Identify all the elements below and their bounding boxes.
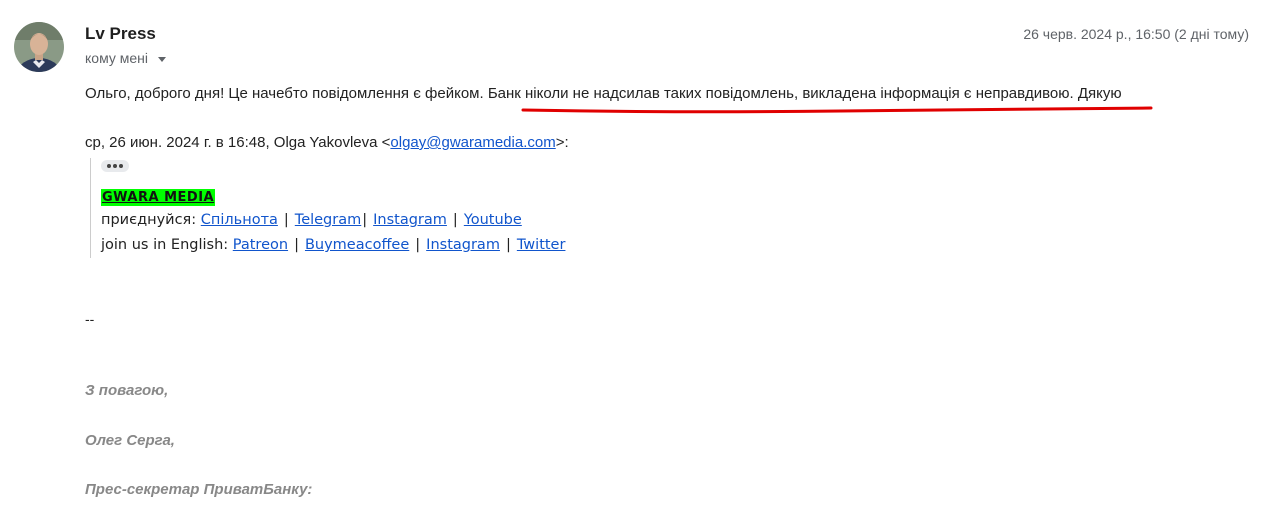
show-trimmed-content-button[interactable] xyxy=(101,160,129,172)
message-timestamp: 26 черв. 2024 р., 16:50 (2 дні тому) xyxy=(1023,26,1249,42)
ellipsis-icon xyxy=(113,164,117,168)
link-instagram-en[interactable]: Instagram xyxy=(426,237,500,253)
link-youtube[interactable]: Youtube xyxy=(464,212,522,228)
quote-header-prefix: ср, 26 июн. 2024 г. в 16:48, Olga Yakovl… xyxy=(85,134,391,151)
quoted-content: GWARA MEDIA приєднуйся: Спільнота | Telegr… xyxy=(90,158,565,258)
message-text-before: Ольго, доброго дня! Це начебто повідомле… xyxy=(85,85,488,102)
join-ua-line: приєднуйся: Спільнота | Telegram| Instagram… xyxy=(101,208,565,233)
separator: | xyxy=(362,212,368,228)
join-en-line: join us in English: Patreon | Buymeacoffee… xyxy=(101,233,565,258)
recipient-dropdown[interactable]: кому мені xyxy=(85,50,166,66)
quote-email-link[interactable]: olgay@gwaramedia.com xyxy=(390,134,555,151)
signature-greeting: З повагою, xyxy=(85,382,169,399)
red-underline-annotation xyxy=(521,106,1153,114)
link-spilnota[interactable]: Спільнота xyxy=(201,212,278,228)
separator: | xyxy=(294,237,299,253)
avatar-photo-icon xyxy=(14,22,64,72)
recipient-label: кому мені xyxy=(85,50,148,66)
link-twitter[interactable]: Twitter xyxy=(517,237,566,253)
link-buymeacoffee[interactable]: Buymeacoffee xyxy=(305,237,409,253)
message-text-highlighted: Банк ніколи не надсилав таких повідомлен… xyxy=(487,85,1074,102)
signature-name: Олег Серга, xyxy=(85,432,175,449)
email-message: Lv Press кому мені 26 черв. 2024 р., 16:… xyxy=(0,0,1263,518)
ellipsis-icon xyxy=(107,164,111,168)
link-patreon[interactable]: Patreon xyxy=(233,237,288,253)
ellipsis-icon xyxy=(119,164,123,168)
chevron-down-icon[interactable] xyxy=(158,56,166,62)
link-instagram-ua[interactable]: Instagram xyxy=(373,212,447,228)
message-text-after: Дякую xyxy=(1073,85,1122,102)
join-ua-label: приєднуйся: xyxy=(101,212,201,228)
sender-avatar[interactable] xyxy=(14,22,64,72)
join-en-label: join us in English: xyxy=(101,237,233,253)
quote-header-suffix: >: xyxy=(555,134,569,151)
separator: | xyxy=(283,212,289,228)
signature-title: Прес-секретар ПриватБанку: xyxy=(85,481,313,498)
gwara-media-brand[interactable]: GWARA MEDIA xyxy=(101,189,216,206)
separator: | xyxy=(505,237,511,253)
message-body: Ольго, доброго дня! Це начебто повідомле… xyxy=(85,85,1122,102)
sender-name[interactable]: Lv Press xyxy=(85,24,156,44)
separator: | xyxy=(452,212,458,228)
quote-header: ср, 26 июн. 2024 г. в 16:48, Olga Yakovl… xyxy=(85,134,569,151)
signature-separator: -- xyxy=(85,311,95,327)
separator: | xyxy=(415,237,421,253)
link-telegram[interactable]: Telegram xyxy=(295,212,361,228)
